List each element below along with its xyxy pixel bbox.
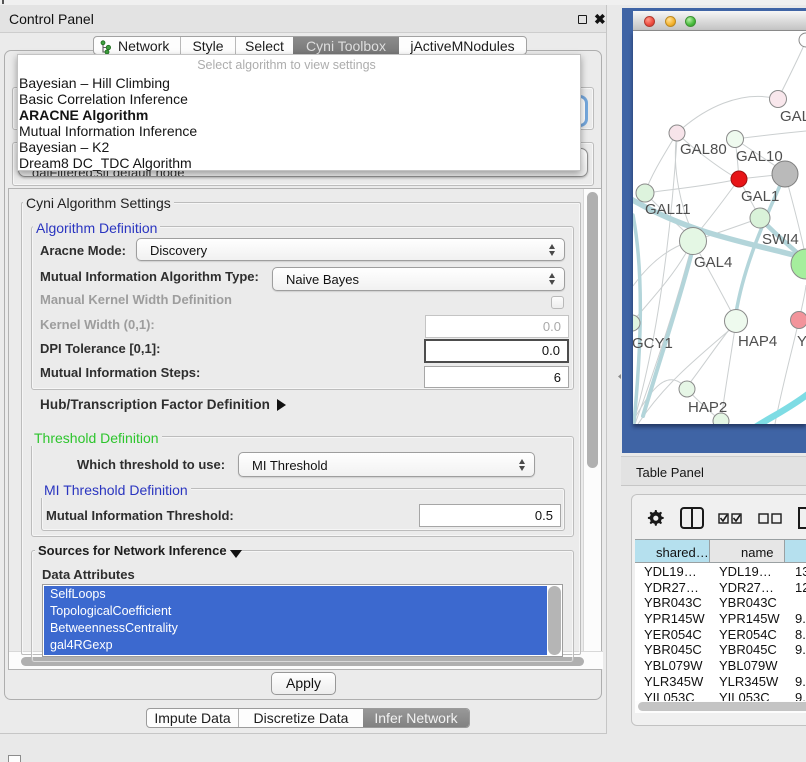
svg-text:GAL: GAL	[780, 108, 806, 125]
svg-text:GAL4: GAL4	[694, 254, 732, 271]
svg-text:GAL10: GAL10	[736, 148, 783, 165]
svg-text:GAL80: GAL80	[680, 141, 727, 158]
svg-text:HAP2: HAP2	[688, 399, 727, 416]
svg-text:GAL11: GAL11	[645, 201, 691, 218]
svg-text:SWI4: SWI4	[762, 231, 799, 248]
svg-text:HAP4: HAP4	[738, 333, 777, 350]
svg-text:GAL1: GAL1	[741, 188, 779, 205]
svg-text:GCY1: GCY1	[633, 335, 673, 352]
svg-text:YB: YB	[797, 333, 806, 350]
